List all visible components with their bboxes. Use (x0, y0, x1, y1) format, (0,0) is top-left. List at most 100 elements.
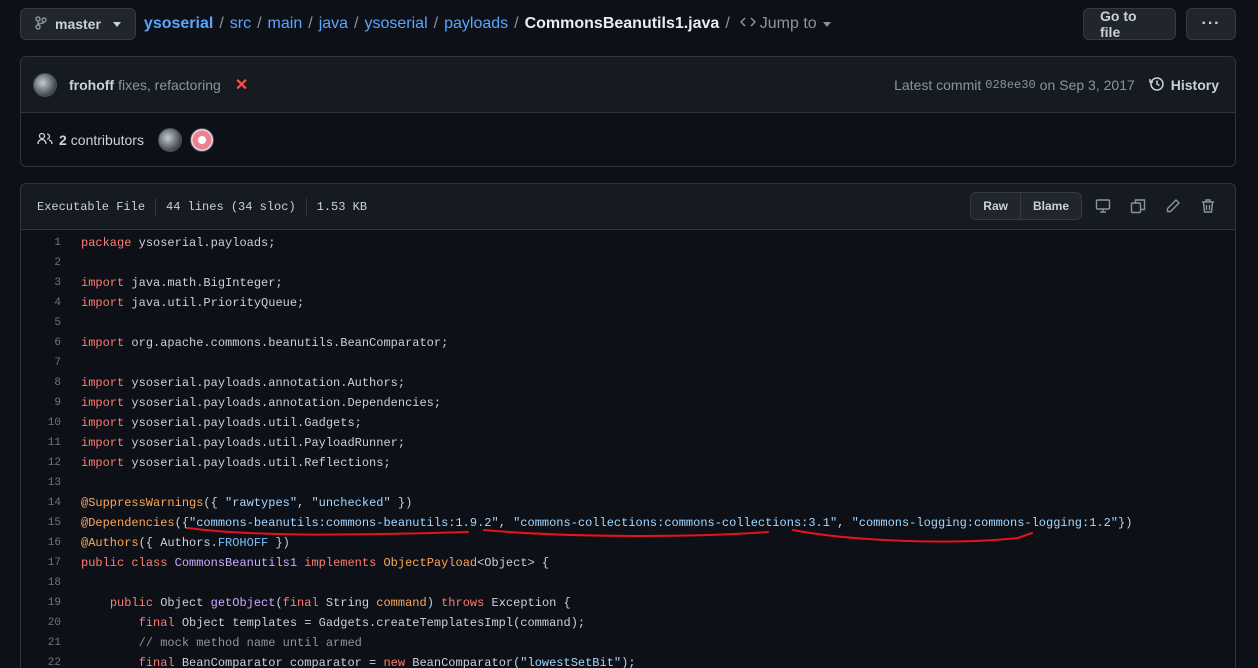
line-number[interactable]: 9 (21, 397, 61, 409)
breadcrumb-repo[interactable]: ysoserial (144, 15, 213, 33)
line-content: public class CommonsBeanutils1 implement… (81, 556, 550, 570)
line-number[interactable]: 8 (21, 377, 61, 389)
commit-meta: Latest commit 028ee30 on Sep 3, 2017 His… (894, 57, 1219, 113)
commit-author[interactable]: frohoff (69, 77, 114, 93)
file-navigation: master ysoserial / src / main / java / y… (20, 8, 1236, 40)
line-number[interactable]: 2 (21, 257, 61, 269)
line-number[interactable]: 6 (21, 337, 61, 349)
code-line: 14 @SuppressWarnings({ "rawtypes", "unche… (21, 493, 1235, 513)
line-number[interactable]: 7 (21, 357, 61, 369)
more-options-button[interactable]: ··· (1186, 8, 1236, 40)
code-line: 17 public class CommonsBeanutils1 impleme… (21, 553, 1235, 573)
code-line: 7 (21, 353, 1235, 373)
breadcrumb-src[interactable]: src (230, 15, 251, 33)
line-content: @SuppressWarnings({ "rawtypes", "uncheck… (81, 496, 413, 510)
line-number[interactable]: 4 (21, 297, 61, 309)
commit-message[interactable]: fixes, refactoring (118, 77, 221, 93)
line-number[interactable]: 19 (21, 597, 61, 609)
blame-button[interactable]: Blame (1019, 193, 1081, 219)
code-icon (739, 15, 756, 33)
chevron-down-icon (822, 21, 831, 27)
avatar[interactable] (33, 72, 57, 97)
code-listing: 1 package ysoserial.payloads; 2 3 import j… (21, 230, 1235, 668)
line-number[interactable]: 11 (21, 437, 61, 449)
jump-to-menu[interactable]: Jump to (739, 15, 831, 33)
line-number[interactable]: 12 (21, 457, 61, 469)
breadcrumb: ysoserial / src / main / java / ysoseria… (144, 15, 831, 33)
desktop-icon[interactable] (1092, 195, 1114, 217)
line-content: @Authors({ Authors.FROHOFF }) (81, 536, 290, 550)
go-to-file-button[interactable]: Go to file (1083, 8, 1176, 40)
line-number[interactable]: 14 (21, 497, 61, 509)
line-number[interactable]: 16 (21, 537, 61, 549)
people-icon (37, 132, 53, 149)
breadcrumb-separator: / (433, 15, 439, 32)
file-header: Executable File 44 lines (34 sloc) 1.53 … (21, 184, 1235, 230)
line-content: import ysoserial.payloads.annotation.Dep… (81, 396, 442, 410)
line-number[interactable]: 15 (21, 517, 61, 529)
code-line: 4 import java.util.PriorityQueue; (21, 293, 1235, 313)
code-line: 8 import ysoserial.payloads.annotation.Au… (21, 373, 1235, 393)
code-line: 11 import ysoserial.payloads.util.Payload… (21, 433, 1235, 453)
branch-select-button[interactable]: master (20, 8, 136, 40)
code-line: 16 @Authors({ Authors.FROHOFF }) (21, 533, 1235, 553)
file-size: 1.53 KB (316, 199, 368, 214)
line-content: import ysoserial.payloads.util.PayloadRu… (81, 436, 406, 450)
code-line: 20 final Object templates = Gadgets.crea… (21, 613, 1235, 633)
raw-button[interactable]: Raw (971, 193, 1020, 219)
breadcrumb-java[interactable]: java (319, 15, 348, 33)
breadcrumb-separator: / (219, 15, 224, 32)
line-content: import java.math.BigInteger; (81, 276, 283, 290)
code-line: 12 import ysoserial.payloads.util.Reflect… (21, 453, 1235, 473)
file-actions: Raw Blame (970, 192, 1219, 220)
code-line: 2 (21, 253, 1235, 273)
line-number[interactable]: 17 (21, 557, 61, 569)
breadcrumb-main[interactable]: main (268, 15, 303, 33)
git-branch-icon (35, 15, 47, 33)
latest-commit-box: frohoff fixes, refactoring ✕ Latest comm… (20, 56, 1236, 167)
line-number[interactable]: 18 (21, 577, 61, 589)
breadcrumb-ysoserial[interactable]: ysoserial (365, 15, 428, 33)
line-number[interactable]: 1 (21, 237, 61, 249)
commit-sha[interactable]: 028ee30 (985, 78, 1035, 92)
code-line: 21 // mock method name until armed (21, 633, 1235, 653)
code-line: 22 final BeanComparator comparator = new… (21, 653, 1235, 668)
code-line: 10 import ysoserial.payloads.util.Gadgets… (21, 413, 1235, 433)
divider (155, 197, 157, 216)
code-line: 3 import java.math.BigInteger; (21, 273, 1235, 293)
code-line: 15 @Dependencies({"commons-beanutils:comm… (21, 513, 1235, 533)
breadcrumb-separator: / (514, 15, 519, 32)
x-icon[interactable]: ✕ (235, 75, 248, 95)
contributors-count[interactable]: 2 (59, 132, 67, 148)
line-number[interactable]: 21 (21, 637, 61, 649)
line-number[interactable]: 13 (21, 477, 61, 489)
pencil-icon[interactable] (1162, 195, 1184, 217)
avatar[interactable] (157, 128, 182, 152)
line-number[interactable]: 10 (21, 417, 61, 429)
commit-date: Sep 3, 2017 (1059, 77, 1135, 93)
breadcrumb-separator: / (308, 15, 313, 32)
code-line: 6 import org.apache.commons.beanutils.Bea… (21, 333, 1235, 353)
contributors-label[interactable]: contributors (71, 132, 144, 148)
trash-icon[interactable] (1197, 195, 1219, 217)
line-content: public Object getObject(final String com… (109, 596, 571, 610)
breadcrumb-payloads[interactable]: payloads (444, 15, 508, 33)
breadcrumb-separator: / (257, 15, 262, 32)
line-content: package ysoserial.payloads; (81, 236, 276, 250)
line-content: import java.util.PriorityQueue; (81, 296, 305, 310)
line-number[interactable]: 3 (21, 277, 61, 289)
copy-icon[interactable] (1127, 195, 1149, 217)
line-number[interactable]: 20 (21, 617, 61, 629)
breadcrumb-separator: / (725, 15, 730, 32)
line-number[interactable]: 22 (21, 657, 61, 668)
history-link[interactable]: History (1149, 76, 1219, 95)
avatar[interactable] (189, 128, 214, 152)
latest-commit-row: frohoff fixes, refactoring ✕ Latest comm… (21, 57, 1235, 113)
code-line: 13 (21, 473, 1235, 493)
line-number[interactable]: 5 (21, 317, 61, 329)
latest-commit-label: Latest commit (894, 77, 982, 93)
jump-to-label: Jump to (759, 15, 817, 32)
line-content: import ysoserial.payloads.util.Reflectio… (81, 456, 391, 470)
file-mode: Executable File (37, 199, 146, 214)
code-line: 5 (21, 313, 1235, 333)
